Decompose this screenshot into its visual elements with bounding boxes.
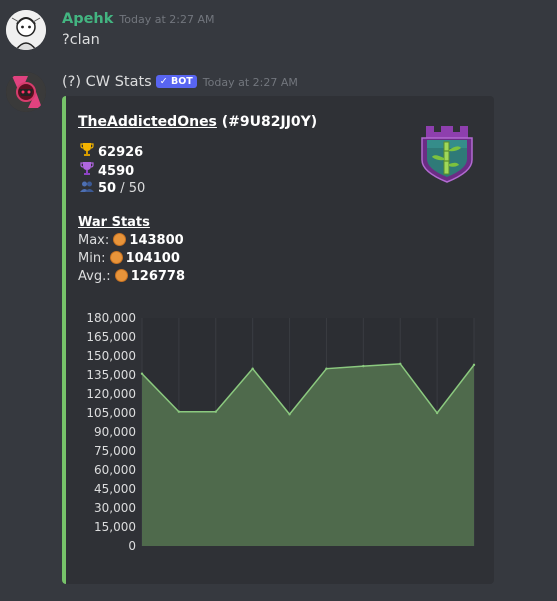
- members-max: / 50: [120, 181, 146, 196]
- medal-icon: [113, 233, 127, 246]
- y-tick-label: 45,000: [94, 482, 136, 496]
- y-tick-label: 30,000: [94, 501, 136, 515]
- bot-badge: ✓ BOT: [155, 75, 197, 88]
- clan-name-link[interactable]: TheAddictedOnes: [78, 114, 217, 130]
- clan-embed: TheAddictedOnes (#9U82JJ0Y) 62926 4590 5…: [62, 96, 494, 584]
- timestamp: Today at 2:27 AM: [202, 76, 298, 89]
- members-value: 50: [98, 181, 117, 196]
- medal-icon: [114, 269, 128, 282]
- war-trophies-row: 4590: [78, 161, 134, 179]
- members-icon: [78, 180, 96, 195]
- y-tick-label: 165,000: [86, 330, 136, 344]
- data-point: [214, 410, 217, 413]
- data-point: [472, 363, 476, 367]
- clan-tag: (#9U82JJ0Y): [221, 114, 318, 130]
- min-value: 104100: [125, 251, 180, 266]
- y-tick-label: 90,000: [94, 425, 136, 439]
- avg-value: 126778: [130, 269, 186, 284]
- username-text[interactable]: (?) CW Stats: [62, 74, 152, 90]
- war-stats-chart: 0 15,000 30,000 45,000 60,000 75,000 90,000 105…: [86, 311, 476, 553]
- y-tick-label: 150,000: [86, 349, 136, 363]
- medal-icon: [109, 251, 123, 264]
- y-tick-label: 15,000: [94, 520, 136, 534]
- war-trophy-icon: [78, 161, 96, 178]
- data-point: [140, 372, 144, 375]
- username-apehk[interactable]: Apehk Today at 2:27 AM: [62, 11, 214, 27]
- y-tick-label: 75,000: [94, 444, 136, 458]
- data-point: [399, 362, 402, 366]
- avg-label: Avg.:: [78, 269, 111, 284]
- data-point: [288, 413, 291, 416]
- data-point: [251, 367, 254, 370]
- max-value: 143800: [129, 233, 184, 248]
- y-tick-label: 60,000: [94, 463, 136, 477]
- war-stats-title: War Stats: [78, 215, 150, 230]
- trophy-icon: [78, 142, 96, 159]
- avg-row: Avg.: 126778: [78, 269, 185, 284]
- avatar-image: [6, 10, 46, 50]
- war-trophies-value: 4590: [98, 164, 135, 179]
- y-tick-label: 180,000: [86, 311, 136, 325]
- y-tick-label: 135,000: [86, 368, 136, 382]
- y-tick-label: 120,000: [86, 387, 136, 401]
- max-row: Max: 143800: [78, 233, 184, 248]
- avatar-image: [6, 72, 46, 112]
- timestamp: Today at 2:27 AM: [119, 13, 215, 26]
- data-point: [177, 410, 181, 413]
- members-row: 50 / 50: [78, 180, 145, 196]
- y-tick-label: 105,000: [86, 406, 136, 420]
- avatar-cw-stats[interactable]: [6, 72, 46, 112]
- trophies-value: 62926: [98, 145, 144, 160]
- trophies-row: 62926: [78, 142, 143, 160]
- message-text: ?clan: [62, 32, 100, 48]
- y-tick-label: 0: [128, 539, 136, 553]
- clan-badge-icon[interactable]: [412, 116, 482, 186]
- max-label: Max:: [78, 233, 110, 248]
- embed-title[interactable]: TheAddictedOnes (#9U82JJ0Y): [78, 114, 317, 130]
- clan-badge-image: [421, 126, 473, 183]
- data-point: [362, 364, 365, 368]
- data-point: [325, 367, 328, 370]
- username-text[interactable]: Apehk: [62, 11, 113, 27]
- message-apehk: Apehk Today at 2:27 AM ?clan: [0, 0, 557, 60]
- min-row: Min: 104100: [78, 251, 180, 266]
- min-label: Min:: [78, 251, 106, 266]
- username-cw-stats[interactable]: (?) CW Stats ✓ BOT Today at 2:27 AM: [62, 74, 298, 90]
- avatar-apehk[interactable]: [6, 10, 46, 50]
- data-point: [435, 411, 439, 415]
